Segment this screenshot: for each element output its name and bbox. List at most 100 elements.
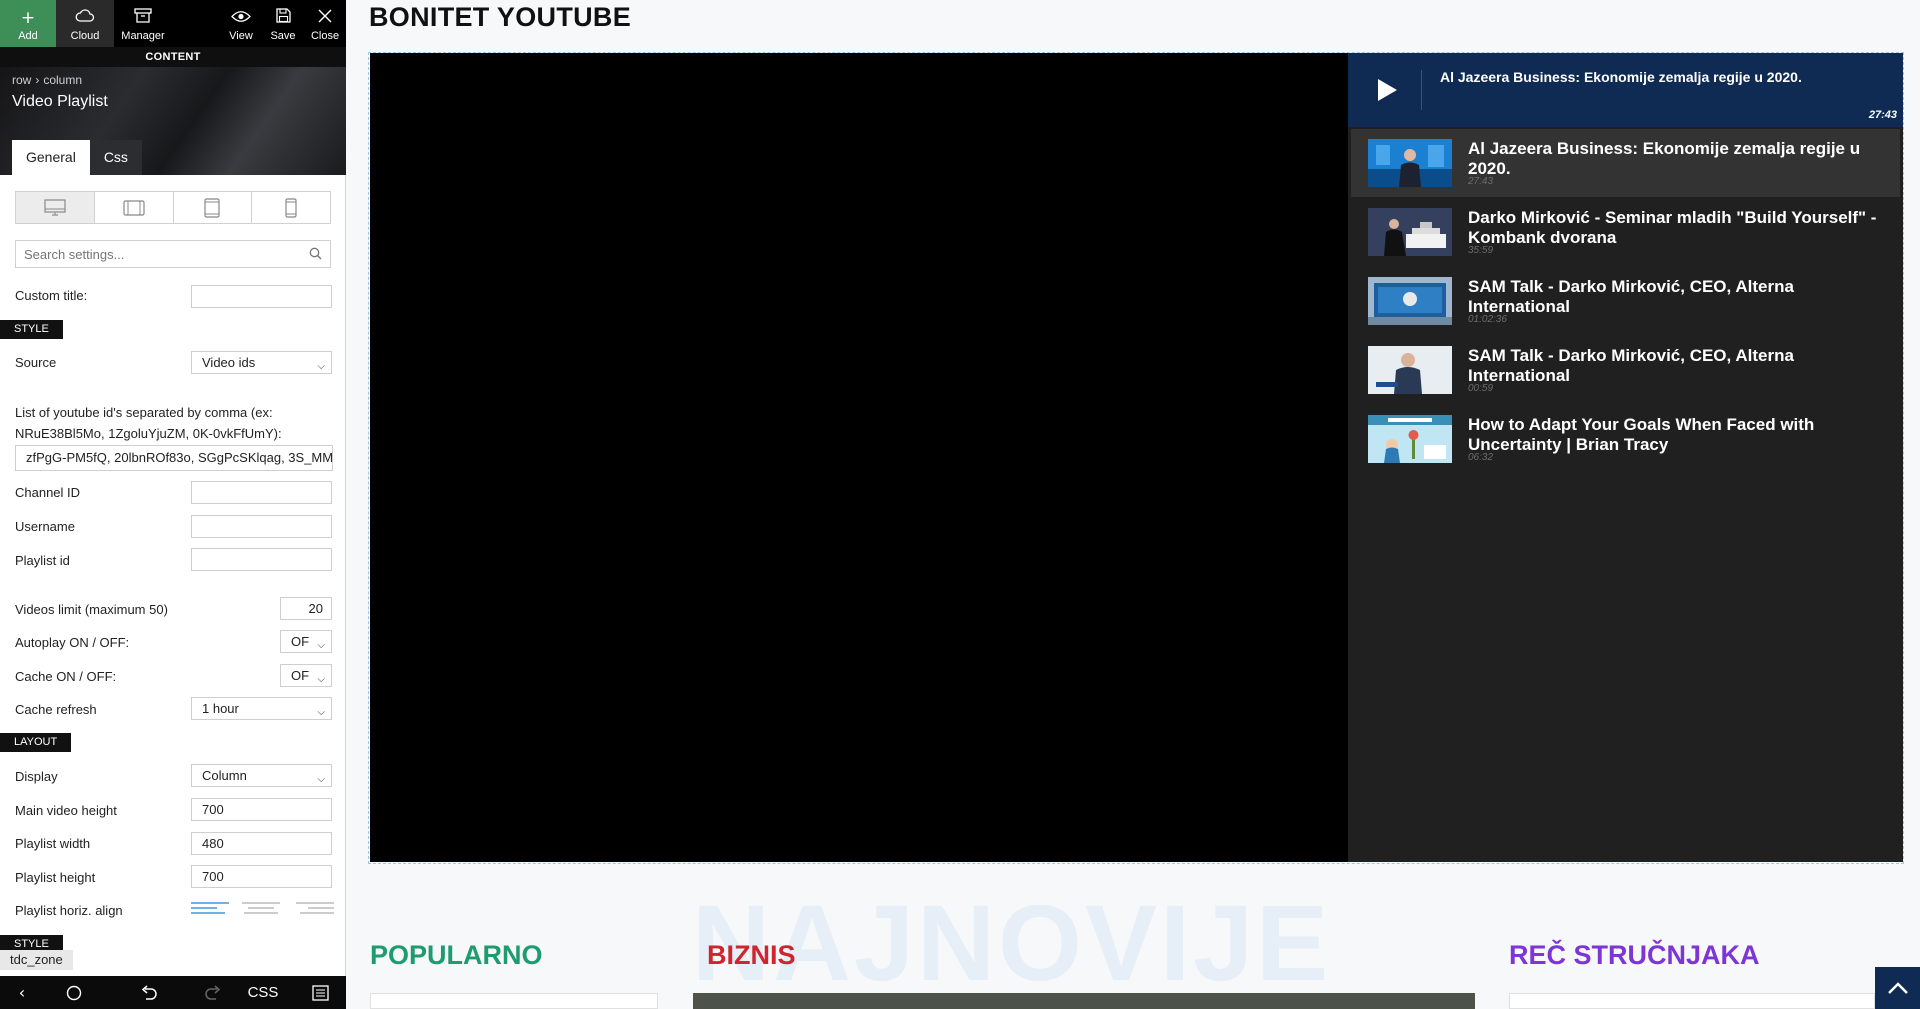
playlist-height-label: Playlist height [15, 870, 96, 885]
search-icon [309, 247, 322, 260]
redo-button[interactable] [194, 976, 232, 1009]
cloud-label: Cloud [70, 30, 100, 42]
playlist-item-duration: 00:59 [1468, 383, 1494, 394]
align-left-button[interactable] [191, 902, 229, 918]
video-thumbnail [1368, 277, 1452, 325]
manager-label: Manager [121, 30, 165, 42]
playlist-item-duration: 01:02:36 [1468, 314, 1507, 325]
align-center-button[interactable] [242, 902, 280, 918]
channel-id-label: Channel ID [15, 485, 81, 500]
back-button[interactable]: ‹ [0, 976, 44, 1009]
layers-button[interactable] [294, 976, 346, 1009]
main-video-height-input[interactable]: 700 [191, 798, 332, 821]
top-toolbar: + Add Cloud Manager View Save Close [0, 0, 346, 47]
tab-general[interactable]: General [12, 140, 90, 175]
redo-icon [205, 984, 221, 1000]
save-button[interactable]: Save [262, 0, 304, 47]
cloud-button[interactable]: Cloud [56, 0, 114, 47]
content-bar: CONTENT [0, 47, 346, 67]
scroll-to-top-button[interactable] [1875, 967, 1920, 1009]
settings-tabs: General Css [12, 140, 142, 175]
tablet-portrait-icon [204, 197, 220, 218]
view-button[interactable]: View [220, 0, 262, 47]
popularno-card [370, 993, 658, 1009]
close-button[interactable]: Close [304, 0, 346, 47]
widget-title: Video Playlist [12, 93, 108, 110]
cache-select[interactable]: OF ⌵ [280, 664, 332, 687]
playlist-item-title: How to Adapt Your Goals When Faced with … [1468, 415, 1815, 454]
playlist-item[interactable]: Darko Mirković - Seminar mladih "Build Y… [1351, 198, 1900, 266]
close-icon [318, 9, 332, 27]
now-playing-header: Al Jazeera Business: Ekonomije zemalja r… [1348, 53, 1903, 127]
cache-value: OF [291, 668, 310, 683]
biznis-card [693, 993, 1475, 1009]
undo-button[interactable] [104, 976, 194, 1009]
videos-limit-input[interactable]: 20 [280, 597, 332, 620]
desktop-icon [44, 198, 66, 216]
chevron-down-icon: ⌵ [317, 707, 325, 718]
play-button[interactable] [1370, 73, 1404, 107]
eye-icon [231, 9, 251, 27]
video-thumbnail [1368, 139, 1452, 187]
section-rec-strucnjaka-title[interactable]: REČ STRUČNJAKA [1509, 940, 1760, 971]
device-switcher [15, 191, 331, 224]
chevron-up-icon [1887, 982, 1908, 994]
playlist-width-input[interactable]: 480 [191, 832, 332, 855]
save-label: Save [270, 30, 296, 42]
username-input[interactable] [191, 515, 332, 538]
portrait-device-button[interactable] [174, 192, 253, 223]
username-label: Username [15, 519, 75, 534]
playlist-item-duration: 35:59 [1468, 245, 1494, 256]
search-input[interactable] [16, 241, 306, 267]
home-button[interactable] [44, 976, 104, 1009]
source-select[interactable]: Video ids ⌵ [191, 351, 332, 374]
desktop-device-button[interactable] [16, 192, 95, 223]
breadcrumb: row › column [12, 73, 86, 87]
video-ids-input[interactable]: zfPgG-PM5fQ, 20lbnROf83o, SGgPcSKlqag, 3… [15, 445, 333, 471]
chevron-down-icon: ⌵ [317, 774, 325, 785]
section-popularno-title[interactable]: POPULARNO [370, 940, 543, 971]
breadcrumb-column[interactable]: column [43, 73, 82, 87]
playlist-item[interactable]: Al Jazeera Business: Ekonomije zemalja r… [1351, 129, 1900, 197]
playlist-align-label: Playlist horiz. align [15, 903, 123, 918]
cache-label: Cache ON / OFF: [15, 669, 117, 684]
playlist-item[interactable]: How to Adapt Your Goals When Faced with … [1351, 405, 1900, 473]
undo-icon [141, 984, 157, 1000]
layout-section-tag: LAYOUT [0, 733, 72, 752]
tab-css[interactable]: Css [89, 140, 142, 175]
custom-title-input[interactable] [191, 285, 332, 308]
playlist-item-duration: 06:32 [1468, 452, 1494, 463]
playlist-item-title: SAM Talk - Darko Mirković, CEO, Alterna … [1468, 277, 1794, 316]
breadcrumb-row[interactable]: row [12, 73, 31, 87]
now-playing-duration: 27:43 [1868, 109, 1897, 121]
autoplay-select[interactable]: OF ⌵ [280, 630, 332, 653]
main-video-height-label: Main video height [15, 803, 117, 818]
landscape-device-button[interactable] [95, 192, 174, 223]
breadcrumb-separator-icon: › [35, 73, 40, 87]
page-title: BONITET YOUTUBE [369, 2, 632, 32]
playlist-item[interactable]: SAM Talk - Darko Mirković, CEO, Alterna … [1351, 336, 1900, 404]
phone-device-button[interactable] [252, 192, 330, 223]
playlist-item-title: SAM Talk - Darko Mirković, CEO, Alterna … [1468, 346, 1794, 385]
cache-refresh-select[interactable]: 1 hour ⌵ [191, 697, 332, 720]
section-biznis-title[interactable]: BIZNIS [707, 940, 796, 971]
css-button[interactable]: CSS [232, 976, 294, 1009]
playlist-item-title: Al Jazeera Business: Ekonomije zemalja r… [1468, 139, 1861, 178]
videos-limit-label: Videos limit (maximum 50) [15, 602, 168, 617]
align-right-button[interactable] [296, 902, 334, 918]
add-label: Add [18, 30, 38, 42]
playlist-item[interactable]: SAM Talk - Darko Mirković, CEO, Alterna … [1351, 267, 1900, 335]
video-player[interactable] [370, 53, 1348, 862]
add-button[interactable]: + Add [0, 0, 56, 47]
tablet-landscape-icon [123, 199, 145, 216]
widget-header: row › column Video Playlist General Css [0, 67, 346, 175]
manager-button[interactable]: Manager [114, 0, 172, 47]
playlist-id-input[interactable] [191, 548, 332, 571]
channel-id-input[interactable] [191, 481, 332, 504]
playlist-item-duration: 27:43 [1468, 176, 1494, 187]
list-icon [311, 984, 329, 1001]
display-select[interactable]: Column ⌵ [191, 764, 332, 787]
bottom-bar: ‹ CSS [0, 976, 346, 1009]
playlist-height-input[interactable]: 700 [191, 865, 332, 888]
